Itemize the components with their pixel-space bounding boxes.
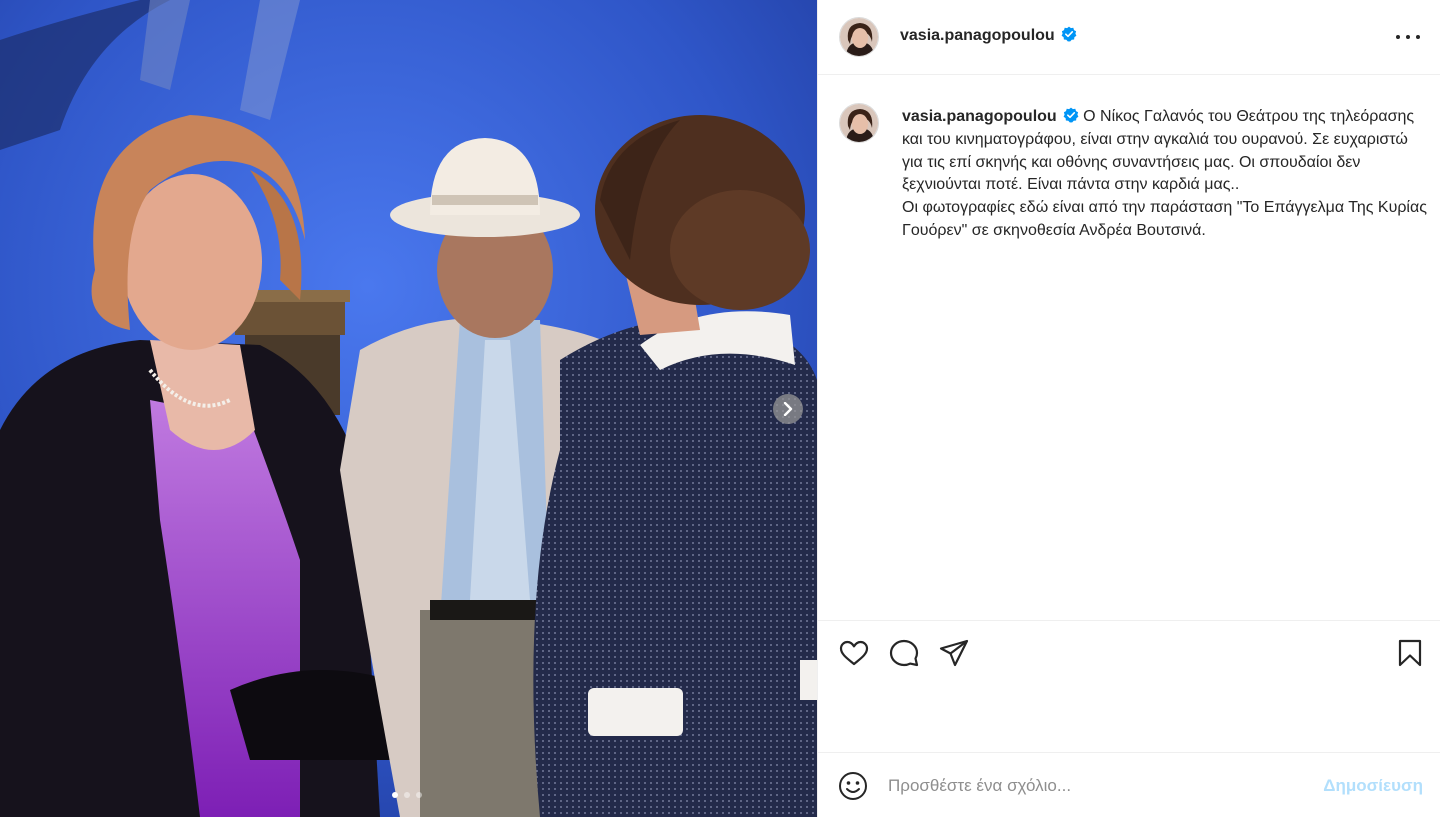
verified-badge-icon [1061,26,1077,42]
next-slide-button[interactable] [773,394,803,424]
caption-author[interactable]: vasia.panagopoulou [902,107,1079,125]
comment-input[interactable] [888,773,1298,799]
action-bar [818,620,1440,752]
chevron-right-icon [783,402,793,416]
bookmark-icon[interactable] [1394,637,1426,669]
carousel-dot [416,792,422,798]
post-author[interactable]: vasia.panagopoulou [900,26,1077,45]
more-options-button[interactable] [1396,27,1420,47]
heart-icon[interactable] [838,637,870,669]
avatar[interactable] [839,103,879,143]
post-comment-button[interactable]: Δημοσίευση [1323,776,1423,796]
caption-body: Ο Νίκος Γαλανός του Θεάτρου της τηλεόρασ… [902,108,1427,239]
caption-section: vasia.panagopoulou Ο Νίκος Γαλανός του Θ… [818,76,1440,620]
post-header: vasia.panagopoulou [818,0,1440,75]
post-side-panel: vasia.panagopoulou vasia.panagopoulou Ο … [817,0,1440,817]
carousel-indicator [392,792,422,798]
comment-icon[interactable] [888,637,920,669]
username-text[interactable]: vasia.panagopoulou [902,108,1057,125]
comment-bar: Δημοσίευση [818,752,1440,817]
post-photo [0,0,817,817]
carousel-dot-active [392,792,398,798]
more-dot [1416,35,1420,39]
avatar[interactable] [839,17,879,57]
carousel-dot [404,792,410,798]
share-icon[interactable] [938,637,970,669]
more-dot [1406,35,1410,39]
emoji-icon[interactable] [837,770,869,802]
more-dot [1396,35,1400,39]
caption-text: vasia.panagopoulou Ο Νίκος Γαλανός του Θ… [902,106,1427,243]
post-media[interactable] [0,0,817,817]
verified-badge-icon [1063,107,1079,123]
username-text[interactable]: vasia.panagopoulou [900,27,1055,44]
